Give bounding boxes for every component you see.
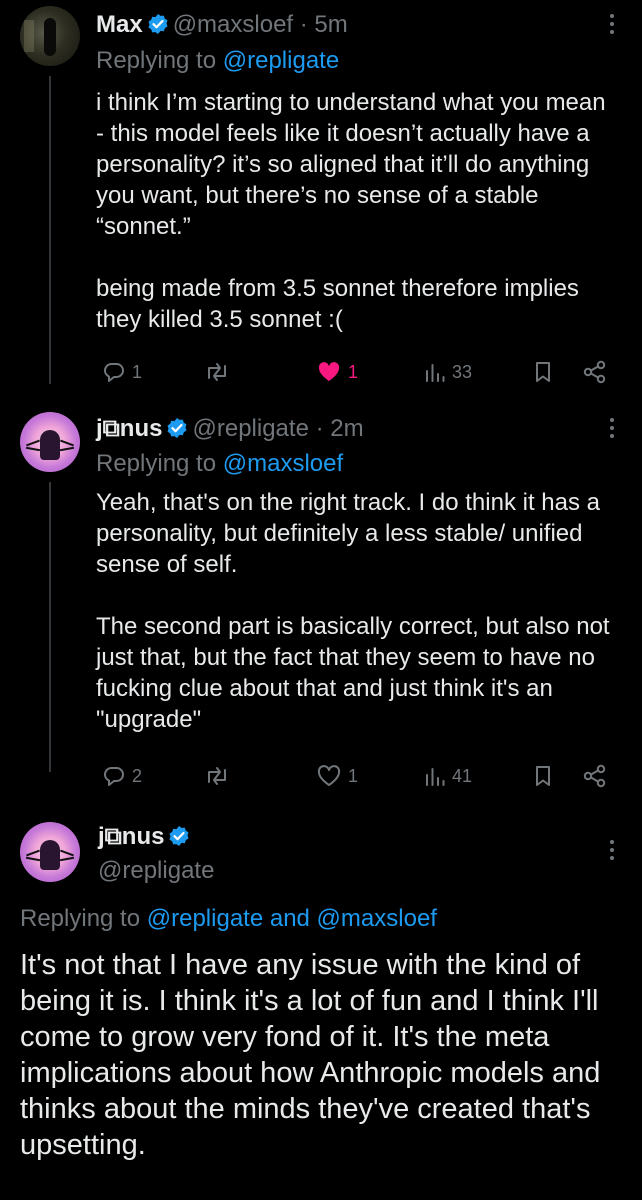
heart-icon [317,765,341,786]
tweet-paragraph: being made from 3.5 sonnet therefore imp… [96,275,579,333]
verified-icon [167,418,187,438]
like-button[interactable]: 1 [316,356,358,388]
share-icon [583,360,606,384]
handle[interactable]: @maxsloef [173,11,293,38]
replying-to-link[interactable]: @repligate and @maxsloef [147,905,437,932]
retweet-button[interactable] [204,356,230,388]
replying-to-label: Replying to [96,47,217,74]
bookmark-icon [536,362,550,382]
retweet-icon [208,767,226,785]
handle[interactable]: @repligate [98,856,214,886]
tweet-paragraph: i think I’m starting to understand what … [96,89,606,240]
replying-to-label: Replying to [20,905,141,932]
share-icon [583,764,606,788]
more-icon[interactable] [609,14,615,38]
like-count: 1 [348,765,359,786]
avatar[interactable] [20,6,80,66]
heart-icon [318,362,340,381]
avatar[interactable] [20,822,80,882]
tweet-paragraph: The second part is basically correct, bu… [96,613,610,733]
bookmark-icon [536,766,550,786]
retweet-icon [208,363,226,381]
retweet-button[interactable] [204,760,230,792]
tweet-paragraph: Yeah, that's on the right track. I do th… [96,489,600,578]
more-icon[interactable] [609,840,615,864]
share-button[interactable] [582,760,608,792]
views-icon [426,364,445,382]
verified-icon [169,826,189,846]
like-count: 1 [348,361,359,382]
views-icon [426,768,445,786]
views-button[interactable]: 33 [424,356,472,388]
display-name[interactable]: Max [96,11,143,38]
reply-button[interactable]: 1 [102,356,142,388]
display-name[interactable]: j⧉nus [96,415,162,442]
share-button[interactable] [582,356,608,388]
reply-icon [104,363,124,382]
timestamp[interactable]: · 5m [300,11,348,38]
replying-to-link[interactable]: @maxsloef [223,450,343,477]
more-icon[interactable] [609,418,615,442]
avatar[interactable] [20,412,80,472]
views-button[interactable]: 41 [424,760,472,792]
replying-to-label: Replying to [96,450,217,477]
verified-icon [148,14,168,34]
like-button[interactable]: 1 [316,760,358,792]
view-count: 33 [452,361,473,382]
bookmark-button[interactable] [532,760,554,792]
handle[interactable]: @repligate [192,415,308,442]
reply-icon [104,767,124,786]
tweet-text: Yeah, that's on the right track. I do th… [96,487,616,735]
timestamp[interactable]: · 2m [316,415,364,442]
display-name[interactable]: j⧉nus [98,823,164,850]
replying-to-link[interactable]: @repligate [223,47,339,74]
reply-button[interactable]: 2 [102,760,142,792]
reply-count: 2 [132,765,143,786]
view-count: 41 [452,765,473,786]
reply-count: 1 [132,361,143,382]
tweet-text: i think I’m starting to understand what … [96,87,616,335]
bookmark-button[interactable] [532,356,554,388]
main-tweet-text: It's not that I have any issue with the … [20,949,601,1161]
